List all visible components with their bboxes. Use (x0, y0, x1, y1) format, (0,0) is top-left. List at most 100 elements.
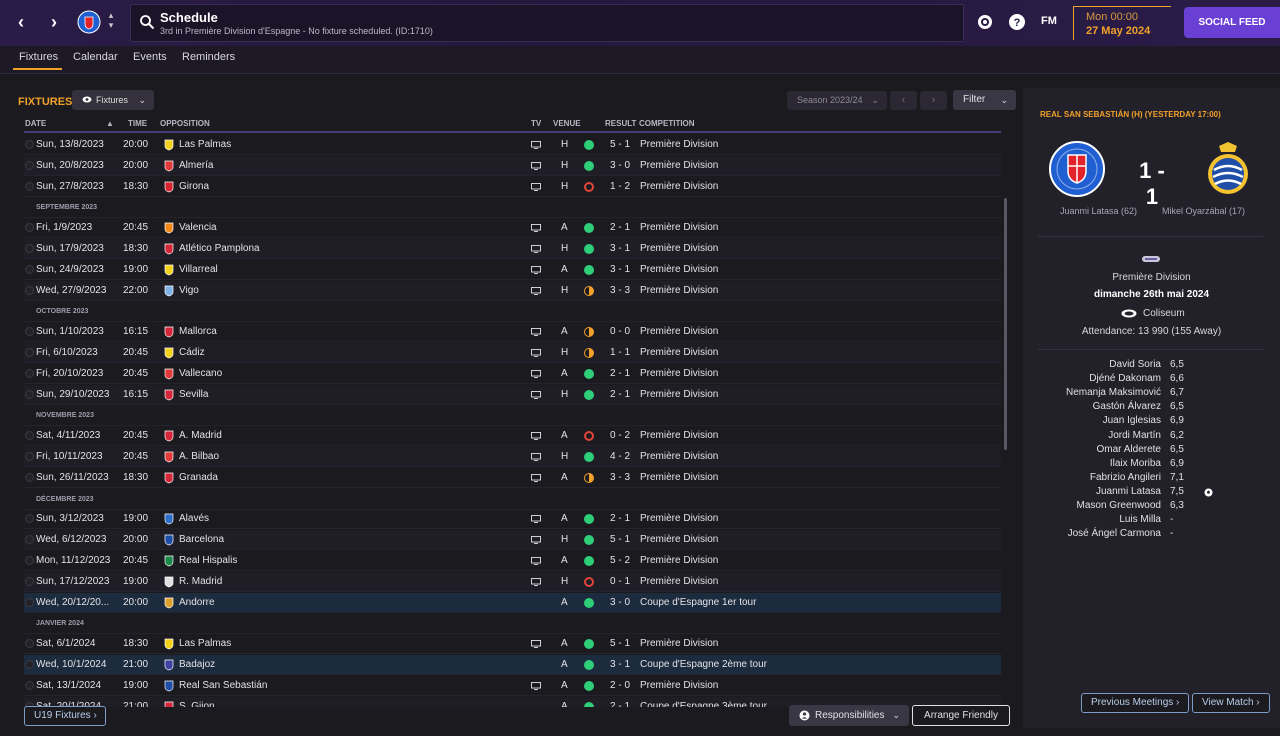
player-name[interactable]: Djéné Dakonam (1023, 373, 1161, 384)
col-date[interactable]: DATE (25, 119, 46, 128)
fixture-result[interactable]: 5 - 1 (610, 139, 630, 150)
row-select-radio[interactable] (25, 680, 34, 690)
table-row[interactable]: Sun, 13/8/2023 20:00 Las Palmas H 5 - 1 Premi… (24, 135, 1001, 155)
fm-logo[interactable]: FM (1041, 15, 1057, 27)
fixture-competition[interactable]: Première Division (640, 389, 718, 400)
fixture-result[interactable]: 3 - 0 (610, 597, 630, 608)
row-select-radio[interactable] (25, 576, 34, 586)
fixture-result[interactable]: 2 - 1 (610, 368, 630, 379)
table-row[interactable]: Sun, 20/8/2023 20:00 Almería H 3 - 0 Première… (24, 155, 1001, 176)
fixture-result[interactable]: 5 - 1 (610, 534, 630, 545)
player-name[interactable]: José Ángel Carmona (1023, 528, 1161, 539)
fixture-competition[interactable]: Coupe d'Espagne 2ème tour (640, 659, 767, 670)
table-row[interactable]: Sat, 13/1/2024 19:00 Real San Sebastián A 2 … (24, 676, 1001, 696)
row-select-radio[interactable] (25, 368, 34, 378)
fixture-opposition[interactable]: R. Madrid (179, 576, 222, 587)
row-select-radio[interactable] (25, 452, 34, 461)
fixture-opposition[interactable]: Real San Sebastián (179, 680, 267, 691)
row-select-radio[interactable] (25, 472, 34, 482)
fixture-opposition[interactable]: Alavés (179, 513, 209, 524)
table-row[interactable]: Wed, 6/12/2023 20:00 Barcelona H 5 - 1 Premiè… (24, 530, 1001, 551)
row-select-radio[interactable] (25, 327, 34, 337)
fixture-result[interactable]: 3 - 1 (610, 264, 630, 275)
row-select-radio[interactable] (25, 160, 34, 170)
table-row[interactable]: Sun, 29/10/2023 16:15 Sevilla H 2 - 1 Premièr… (24, 384, 1001, 405)
table-row[interactable]: Wed, 10/1/2024 21:00 Badajoz A 3 - 1 Coupe d'… (24, 655, 1001, 675)
arrange-friendly-button[interactable]: Arrange Friendly (912, 705, 1010, 726)
season-dropdown[interactable]: Season 2023/24 ⌄ (787, 91, 887, 110)
row-select-radio[interactable] (25, 597, 34, 607)
row-select-radio[interactable] (25, 140, 34, 149)
row-select-radio[interactable] (25, 556, 34, 565)
club-crest-icon[interactable] (976, 13, 994, 31)
fixture-opposition[interactable]: Las Palmas (179, 139, 231, 150)
away-crest-icon[interactable] (1199, 140, 1257, 198)
col-competition[interactable]: COMPETITION (639, 119, 695, 128)
fixture-competition[interactable]: Première Division (640, 430, 718, 441)
table-row[interactable]: Wed, 20/12/20... 20:00 Andorre A 3 - 0 Coupe … (24, 592, 1001, 613)
fixture-competition[interactable]: Première Division (640, 513, 718, 524)
col-tv[interactable]: TV (531, 119, 541, 128)
fixture-competition[interactable]: Première Division (640, 368, 718, 379)
fixture-opposition[interactable]: A. Bilbao (179, 451, 219, 462)
fixture-competition[interactable]: Première Division (640, 264, 718, 275)
fixture-opposition[interactable]: Mallorca (179, 326, 217, 337)
fixture-result[interactable]: 3 - 3 (610, 285, 630, 296)
fixture-result[interactable]: 3 - 0 (610, 160, 630, 171)
fixture-result[interactable]: 2 - 0 (610, 680, 630, 691)
player-name[interactable]: Nemanja Maksimović (1023, 387, 1161, 398)
home-crest-icon[interactable] (1048, 140, 1106, 198)
fixture-competition[interactable]: Première Division (640, 243, 718, 254)
fixture-result[interactable]: 1 - 2 (610, 181, 630, 192)
player-name[interactable]: Gastón Álvarez (1023, 401, 1161, 412)
next-season-button[interactable]: › (920, 91, 947, 110)
table-row[interactable]: Sun, 3/12/2023 19:00 Alavés A 2 - 1 Première … (24, 509, 1001, 530)
table-row[interactable]: Fri, 20/10/2023 20:45 Vallecano A 2 - 1 Premi… (24, 364, 1001, 384)
tab-calendar[interactable]: Calendar (73, 51, 118, 63)
row-select-radio[interactable] (25, 244, 34, 253)
fixture-competition[interactable]: Première Division (640, 534, 718, 545)
row-select-radio[interactable] (25, 514, 34, 524)
fixture-opposition[interactable]: Girona (179, 181, 209, 192)
previous-season-button[interactable]: ‹ (890, 91, 917, 110)
fixture-result[interactable]: 0 - 1 (610, 576, 630, 587)
player-name[interactable]: Jordi Martín (1023, 430, 1161, 441)
fixtures-view-dropdown[interactable]: Fixtures ⌄ (72, 90, 154, 110)
club-switch-chevron-icon[interactable]: ▴ ▾ (106, 10, 116, 30)
back-arrow-icon[interactable]: ‹ (11, 12, 31, 32)
col-venue[interactable]: VENUE (553, 119, 581, 128)
player-name[interactable]: Omar Alderete (1023, 444, 1161, 455)
fixture-opposition[interactable]: S. Gijon (179, 701, 215, 707)
fixture-result[interactable]: 0 - 0 (610, 326, 630, 337)
fixture-result[interactable]: 4 - 2 (610, 451, 630, 462)
fixture-result[interactable]: 5 - 2 (610, 555, 630, 566)
table-row[interactable]: Fri, 1/9/2023 20:45 Valencia A 2 - 1 Première… (24, 218, 1001, 239)
table-row[interactable]: Sun, 24/9/2023 19:00 Villarreal A 3 - 1 Premi… (24, 260, 1001, 280)
game-date[interactable]: Mon 00:00 27 May 2024 (1073, 6, 1171, 40)
fixture-competition[interactable]: Première Division (640, 222, 718, 233)
table-row[interactable]: Sat, 6/1/2024 18:30 Las Palmas A 5 - 1 Premiè… (24, 634, 1001, 655)
fixture-opposition[interactable]: Atlético Pamplona (179, 243, 260, 254)
col-opposition[interactable]: OPPOSITION (160, 119, 210, 128)
fixture-result[interactable]: 0 - 2 (610, 430, 630, 441)
fixture-opposition[interactable]: Almería (179, 160, 213, 171)
fixture-result[interactable]: 2 - 1 (610, 701, 630, 707)
col-result[interactable]: RESULT (605, 119, 636, 128)
fixture-competition[interactable]: Première Division (640, 326, 718, 337)
fixture-result[interactable]: 2 - 1 (610, 513, 630, 524)
fixture-opposition[interactable]: Las Palmas (179, 638, 231, 649)
filter-button[interactable]: Filter ⌄ (953, 90, 1016, 110)
tab-fixtures[interactable]: Fixtures (19, 51, 58, 63)
row-select-radio[interactable] (25, 535, 34, 545)
table-row[interactable]: Sun, 17/12/2023 19:00 R. Madrid H 0 - 1 Premi… (24, 571, 1001, 592)
table-row[interactable]: Sun, 17/9/2023 18:30 Atlético Pamplona H 3 -… (24, 239, 1001, 259)
fixture-competition[interactable]: Première Division (640, 285, 718, 296)
previous-meetings-button[interactable]: Previous Meetings › (1081, 693, 1189, 713)
fixture-opposition[interactable]: Cádiz (179, 347, 205, 358)
table-row[interactable]: Mon, 11/12/2023 20:45 Real Hispalis A 5 - 2 P… (24, 551, 1001, 571)
help-icon[interactable]: ? (1008, 13, 1026, 31)
row-select-radio[interactable] (25, 181, 34, 191)
fixture-opposition[interactable]: Valencia (179, 222, 217, 233)
fixture-competition[interactable]: Première Division (640, 680, 718, 691)
row-select-radio[interactable] (25, 389, 34, 399)
